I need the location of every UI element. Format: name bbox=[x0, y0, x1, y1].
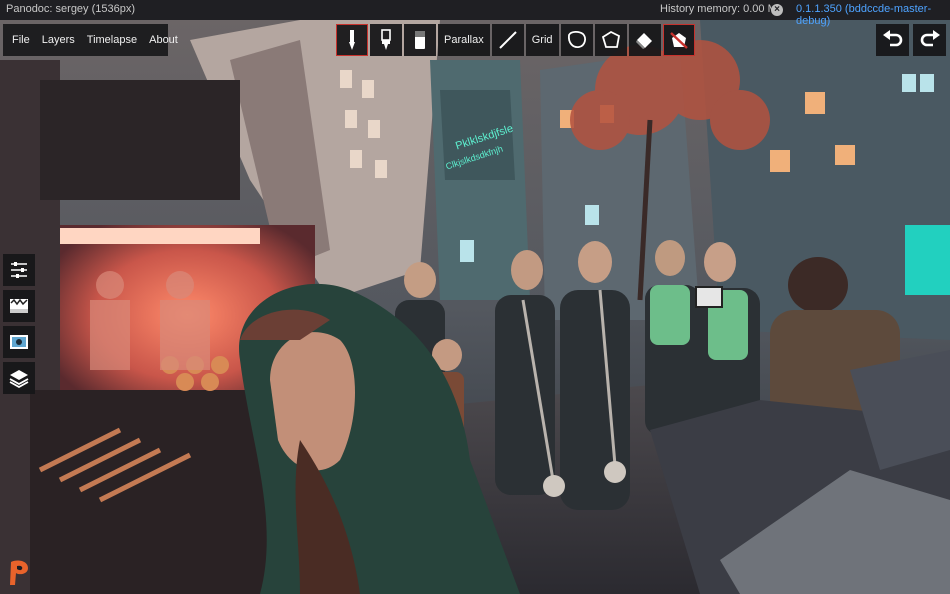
close-icon[interactable]: × bbox=[771, 4, 783, 16]
polygon-icon bbox=[601, 30, 620, 48]
clear-selection-icon bbox=[669, 32, 688, 49]
app-title: Panodoc: sergey (1536px) bbox=[6, 3, 136, 15]
redo-icon bbox=[920, 30, 940, 47]
reference-image-button[interactable] bbox=[3, 326, 35, 358]
panodoc-logo-icon bbox=[10, 560, 28, 585]
brush-tool-button[interactable] bbox=[336, 24, 368, 56]
parallax-button[interactable]: Parallax bbox=[438, 24, 490, 56]
eraser-tool-button[interactable] bbox=[404, 24, 436, 56]
clear-selection-button[interactable] bbox=[662, 24, 695, 56]
eraser-icon bbox=[415, 31, 425, 49]
menu-about[interactable]: About bbox=[143, 34, 184, 46]
menu-timelapse[interactable]: Timelapse bbox=[81, 34, 143, 46]
line-icon bbox=[499, 31, 517, 49]
lasso-tool-button[interactable] bbox=[560, 24, 593, 56]
menu-layers[interactable]: Layers bbox=[36, 34, 81, 46]
redo-button[interactable] bbox=[913, 24, 946, 56]
undo-button[interactable] bbox=[876, 24, 909, 56]
eraser-brush-tool-button[interactable] bbox=[370, 24, 402, 56]
history-memory-label: History memory: 0.00 Mb bbox=[660, 3, 783, 15]
marker-icon bbox=[381, 29, 391, 50]
line-tool-button[interactable] bbox=[491, 24, 524, 56]
layers-panel-button[interactable] bbox=[3, 362, 35, 394]
history-buttons bbox=[876, 24, 946, 56]
left-tool-panel bbox=[3, 254, 36, 394]
color-picker-button[interactable] bbox=[3, 290, 35, 322]
lasso-icon bbox=[567, 30, 586, 48]
undo-icon bbox=[882, 30, 902, 47]
grid-button[interactable]: Grid bbox=[525, 24, 559, 56]
brush-icon bbox=[349, 30, 355, 50]
menu-bar: File Layers Timelapse About bbox=[3, 24, 178, 56]
fill-tool-button[interactable] bbox=[628, 24, 661, 56]
menu-file[interactable]: File bbox=[3, 34, 36, 46]
layers-icon bbox=[9, 370, 29, 389]
app-logo[interactable] bbox=[6, 558, 32, 588]
title-bar: Panodoc: sergey (1536px) History memory:… bbox=[0, 0, 950, 27]
image-icon bbox=[10, 335, 28, 349]
sliders-icon bbox=[11, 262, 27, 278]
adjustments-button[interactable] bbox=[3, 254, 35, 286]
palette-icon bbox=[10, 298, 28, 313]
painting-canvas[interactable]: Pklklskdjfsle Clkjslkdsdkfnjh bbox=[0, 20, 950, 594]
painting-artwork: Pklklskdjfsle Clkjslkdsdkfnjh bbox=[0, 20, 950, 594]
toolbar: Parallax Grid bbox=[336, 24, 695, 56]
fill-bucket-icon bbox=[635, 33, 652, 49]
polygon-select-tool-button[interactable] bbox=[594, 24, 627, 56]
